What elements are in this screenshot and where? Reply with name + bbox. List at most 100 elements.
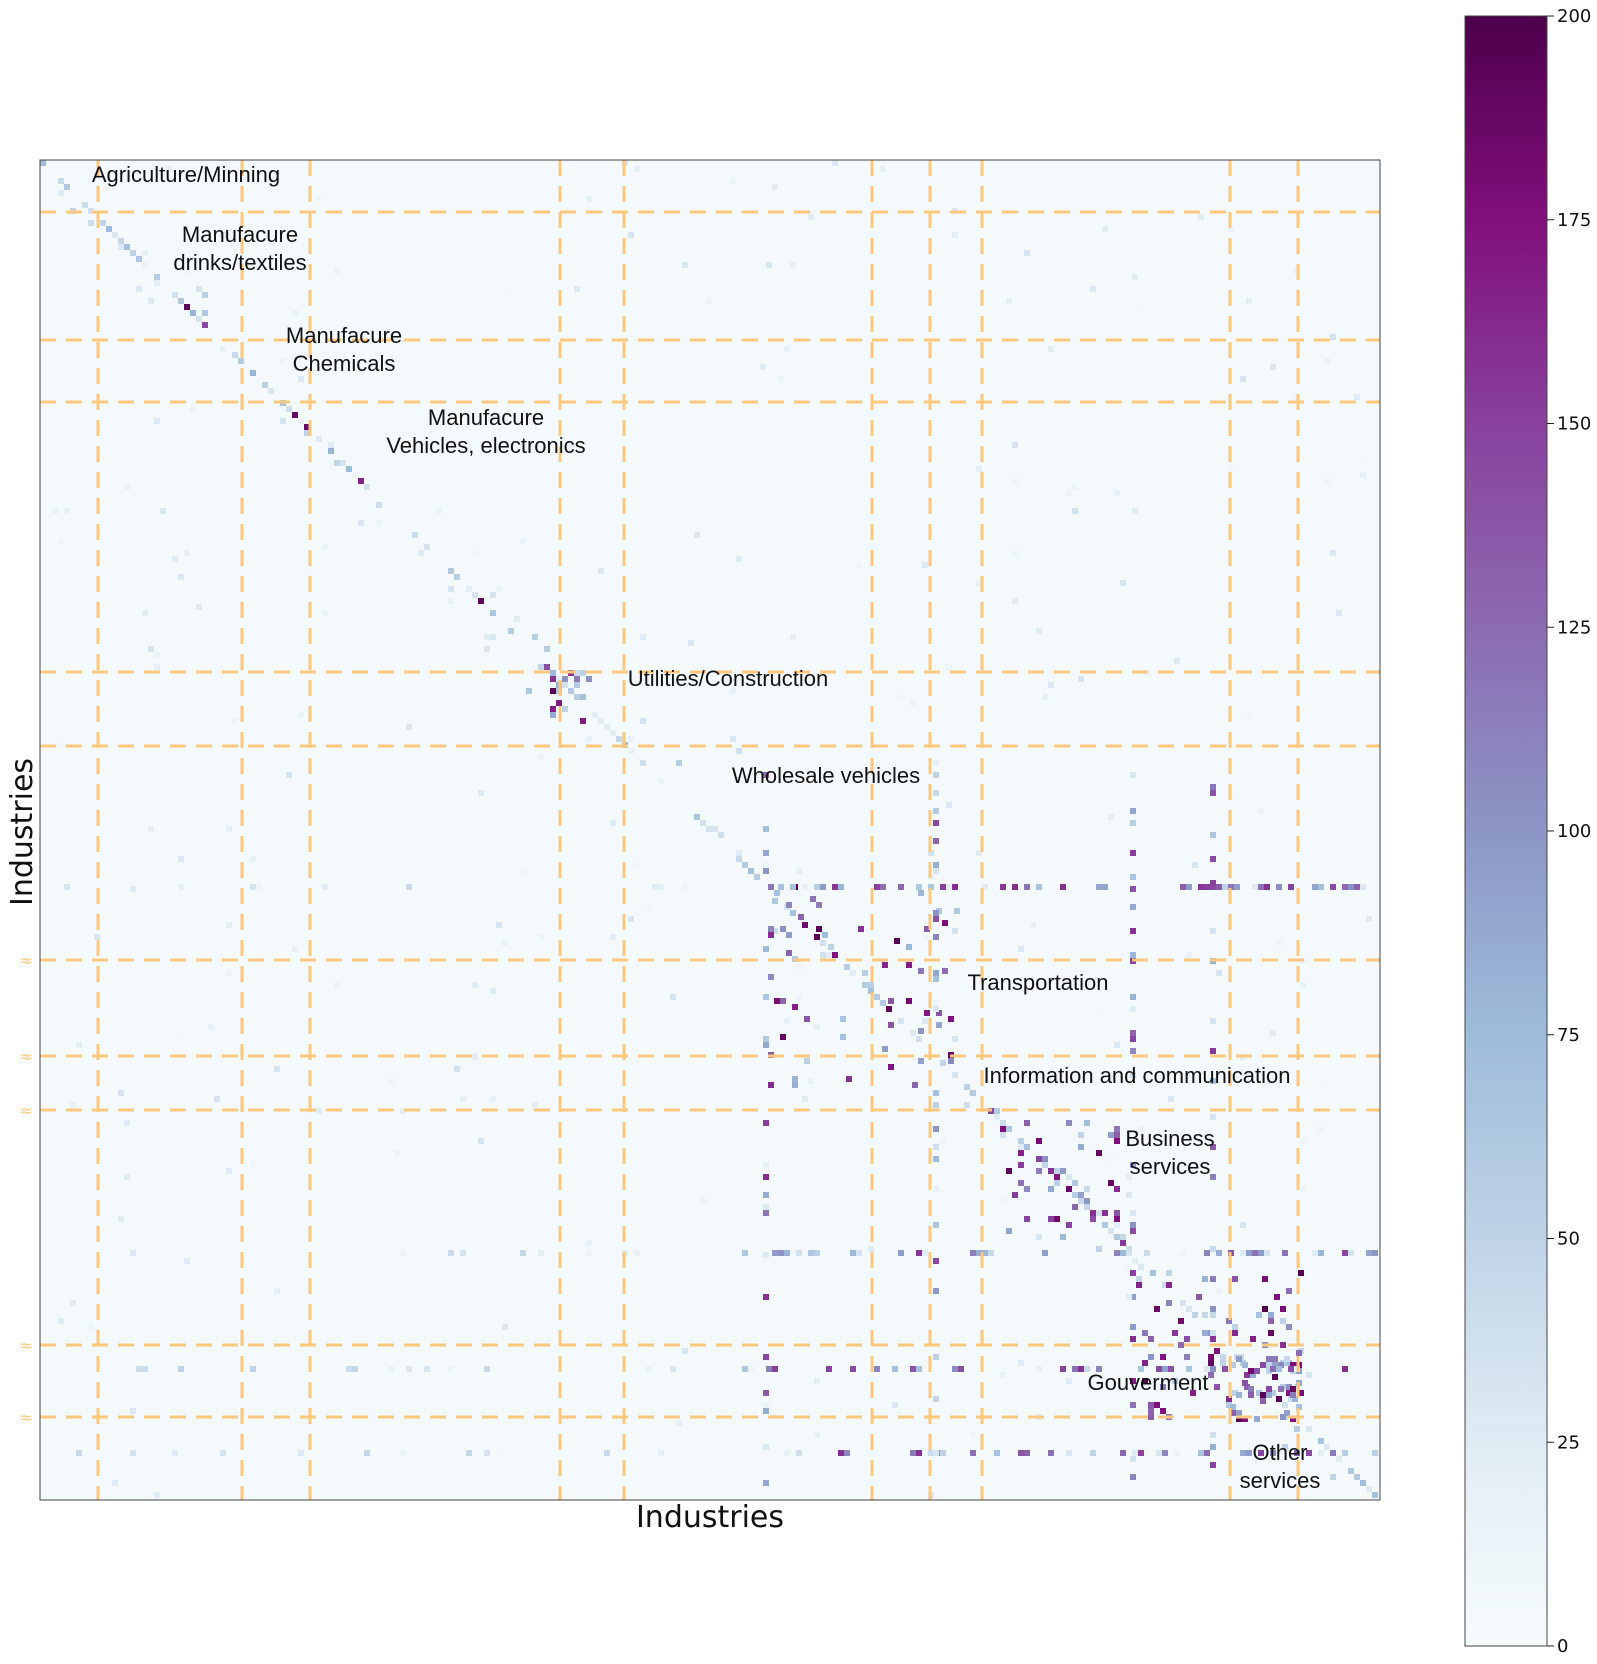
heatmap-cell: [1276, 884, 1282, 890]
heatmap-cell: [1180, 1250, 1186, 1256]
heatmap-cell: [1252, 884, 1258, 890]
heatmap-cell: [933, 862, 939, 868]
heatmap-cell: [918, 1028, 924, 1034]
heatmap-cell: [1372, 1450, 1378, 1456]
heatmap-cell: [828, 944, 834, 950]
heatmap-cell: [814, 1024, 820, 1030]
heatmap-cell: [58, 178, 64, 184]
heatmap-cell: [786, 902, 792, 908]
heatmap-cell: [1148, 1336, 1154, 1342]
heatmap-cell: [376, 502, 382, 508]
heatmap-cell: [286, 772, 292, 778]
heatmap-cell: [148, 826, 154, 832]
heatmap-cell: [1192, 1312, 1198, 1318]
heatmap-cell: [1342, 884, 1348, 890]
heatmap-cell: [1126, 1192, 1132, 1198]
heatmap-cell: [232, 352, 238, 358]
heatmap-cell: [628, 916, 634, 922]
heatmap-cell: [1202, 1312, 1208, 1318]
heatmap-cell: [1114, 1222, 1120, 1228]
heatmap-cell: [1330, 334, 1336, 340]
heatmap-cell: [538, 754, 544, 760]
heatmap-cell: [970, 1432, 976, 1438]
heatmap-cell: [933, 1258, 939, 1264]
heatmap-cell: [1210, 1048, 1216, 1054]
heatmap-cell: [1210, 1246, 1216, 1252]
heatmap-cell: [178, 1036, 184, 1042]
heatmap-cell: [1210, 790, 1216, 796]
heatmap-cell: [933, 772, 939, 778]
heatmap-cell: [496, 922, 502, 928]
heatmap-cell: [1324, 358, 1330, 364]
heatmap-cell: [292, 412, 298, 418]
heatmap-cell: [1288, 884, 1294, 890]
heatmap-cell: [840, 1034, 846, 1040]
heatmap-cell: [562, 682, 568, 688]
heatmap-cell: [124, 1120, 130, 1126]
heatmap-cell: [1000, 1372, 1006, 1378]
heatmap-cell: [1318, 1126, 1324, 1132]
heatmap-cell: [1246, 712, 1252, 718]
heatmap-cell: [1286, 1288, 1292, 1294]
heatmap-cell: [1120, 580, 1126, 586]
heatmap-cell: [1084, 1186, 1090, 1192]
heatmap-cell: [763, 1210, 769, 1216]
heatmap-cell: [586, 676, 592, 682]
heatmap-cell: [1108, 1132, 1114, 1138]
heatmap-cell: [1114, 1216, 1120, 1222]
heatmap-cell: [1126, 1294, 1132, 1300]
heatmap-cell: [1208, 1360, 1214, 1366]
heatmap-cell: [856, 1250, 862, 1256]
heatmap-cell: [1342, 1450, 1348, 1456]
heatmap-cell: [58, 1318, 64, 1324]
heatmap-cell: [448, 1366, 454, 1372]
heatmap-cell: [1018, 1144, 1024, 1150]
heatmap-cell: [1048, 346, 1054, 352]
heatmap-cell: [502, 1324, 508, 1330]
heatmap-cell: [1096, 1210, 1102, 1216]
heatmap-cell: [933, 1354, 939, 1360]
heatmap-cell: [1120, 1234, 1126, 1240]
heatmap-cell: [1060, 884, 1066, 890]
heatmap-cell: [148, 298, 154, 304]
y-axis-label: Industries: [5, 758, 40, 906]
heatmap-cell: [1036, 1234, 1042, 1240]
heatmap-cell: [640, 760, 646, 766]
heatmap-cell: [768, 974, 774, 980]
heatmap-cell: [1286, 1324, 1292, 1330]
heatmap-cell: [1236, 1356, 1242, 1362]
heatmap-cell: [880, 884, 886, 890]
heatmap-cell: [933, 1288, 939, 1294]
section-label: Information and communication: [984, 1063, 1291, 1088]
heatmap-cell: [790, 910, 796, 916]
heatmap-cell: [454, 1066, 460, 1072]
heatmap-cell: [490, 988, 496, 994]
section-label: services: [1130, 1154, 1211, 1179]
heatmap-cell: [448, 568, 454, 574]
heatmap-cell: [352, 1366, 358, 1372]
heatmap-cell: [814, 1250, 820, 1256]
heatmap-cell: [784, 1250, 790, 1256]
heatmap-cell: [1012, 1192, 1018, 1198]
heatmap-cell: [388, 1366, 394, 1372]
section-label: Agriculture/Minning: [92, 162, 280, 187]
heatmap-cell: [796, 868, 802, 874]
heatmap-cell: [388, 1078, 394, 1084]
colorbar: [1464, 15, 1548, 1647]
heatmap-cell: [688, 640, 694, 646]
heatmap-cell: [763, 1294, 769, 1300]
heatmap-cell: [478, 1138, 484, 1144]
heatmap-cell: [1130, 1210, 1136, 1216]
heatmap-cell: [763, 1192, 769, 1198]
heatmap-cell: [808, 1078, 814, 1084]
heatmap-cell: [1148, 1408, 1154, 1414]
heatmap-cell: [412, 532, 418, 538]
heatmap-cell: [1036, 1366, 1042, 1372]
heatmap-cell: [796, 1450, 802, 1456]
heatmap-cell: [484, 634, 490, 640]
heatmap-cell: [130, 1250, 136, 1256]
heatmap-cell: [942, 920, 948, 926]
heatmap-cell: [1240, 376, 1246, 382]
heatmap-cell: [1120, 1450, 1126, 1456]
heatmap-cell: [406, 724, 412, 730]
